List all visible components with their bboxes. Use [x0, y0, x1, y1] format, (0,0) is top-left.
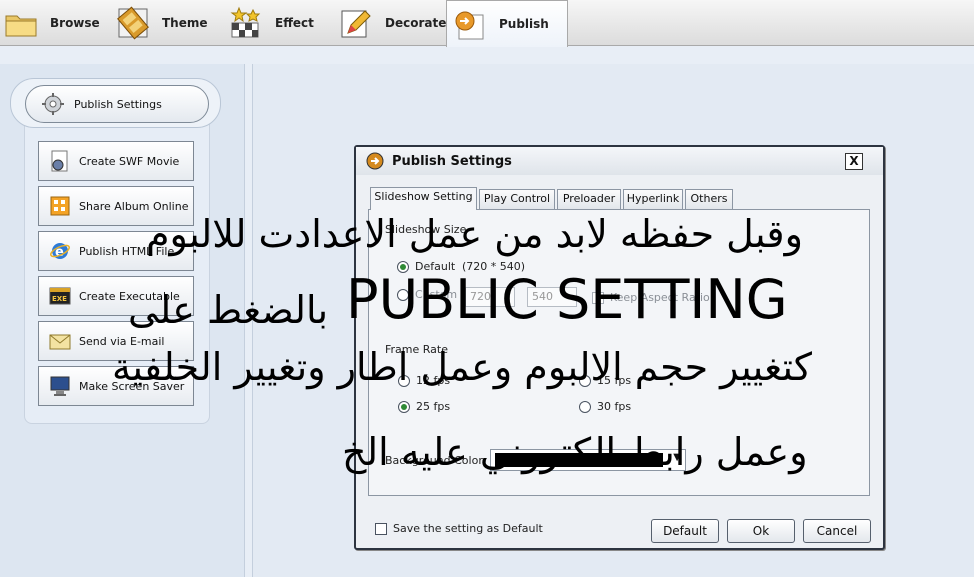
film-strip-icon: [117, 6, 149, 40]
overlay-line-3: بالضغط على: [128, 288, 329, 332]
share-icon: [50, 196, 70, 216]
svg-text:EXE: EXE: [52, 295, 67, 303]
tab-others[interactable]: Others: [685, 189, 733, 209]
overlay-line-1: وقبل حفظه لابد من عمل الاعدادت للالبوم: [146, 212, 803, 256]
monitor-icon: [50, 376, 70, 396]
email-icon: [49, 334, 71, 350]
save-default-label: Save the setting as Default: [393, 522, 543, 535]
publish-settings-label: Publish Settings: [74, 97, 162, 111]
fps-25-radio[interactable]: [398, 401, 410, 413]
folder-icon: [5, 15, 37, 37]
save-default-checkbox[interactable]: [375, 523, 387, 535]
swf-icon: [51, 150, 68, 172]
toolbar-tab-effect[interactable]: Effect: [229, 0, 314, 46]
publish-settings-group: Publish Settings: [10, 78, 221, 128]
toolbar-tab-decorate[interactable]: Decorate: [339, 0, 446, 46]
toolbar-tab-label: Theme: [162, 16, 208, 30]
fps-25-label: 25 fps: [416, 400, 451, 413]
overlay-line-5: وعمل رابط الكتروني عليه الخ: [342, 430, 808, 474]
fps-30-label: 30 fps: [597, 400, 632, 413]
pencil-icon: [341, 10, 371, 38]
publish-settings-button[interactable]: Publish Settings: [25, 85, 209, 123]
app-logo-icon: [366, 152, 384, 170]
publish-icon: [455, 11, 484, 40]
dialog-titlebar[interactable]: Publish Settings: [356, 147, 883, 175]
tab-play-control[interactable]: Play Control: [479, 189, 555, 209]
tab-hyperlink[interactable]: Hyperlink: [623, 189, 683, 209]
default-button[interactable]: Default: [651, 519, 719, 543]
sidebar-item-label: Share Album Online: [79, 199, 189, 213]
cancel-button[interactable]: Cancel: [803, 519, 871, 543]
sidebar-item-label: Create SWF Movie: [79, 154, 180, 168]
main-toolbar: Browse Theme Effect Decorate Publish: [0, 0, 974, 47]
toolbar-tab-label: Effect: [275, 16, 314, 30]
tab-slideshow-setting[interactable]: Slideshow Setting: [370, 187, 477, 210]
stars-icon: [230, 6, 261, 38]
ie-icon: e: [50, 243, 70, 260]
close-button[interactable]: X: [845, 153, 863, 170]
exe-icon: EXE: [49, 287, 71, 305]
dialog-title: Publish Settings: [392, 153, 512, 169]
toolbar-tab-label: Publish: [499, 17, 549, 31]
toolbar-tab-publish[interactable]: Publish: [446, 0, 568, 47]
tab-preloader[interactable]: Preloader: [557, 189, 621, 209]
toolbar-tab-label: Decorate: [385, 16, 447, 30]
toolbar-tab-theme[interactable]: Theme: [116, 0, 208, 46]
create-swf-movie-button[interactable]: Create SWF Movie: [38, 141, 194, 181]
gear-icon: [42, 93, 64, 115]
ok-button[interactable]: Ok: [727, 519, 795, 543]
toolbar-tab-browse[interactable]: Browse: [4, 0, 100, 46]
overlay-line-2: PUBLIC SETTING: [346, 268, 788, 331]
fps-30-radio[interactable]: [579, 401, 591, 413]
overlay-line-4: كتغيير حجم الالبوم وعمل اطار وتغيير الخل…: [112, 345, 812, 389]
toolbar-tab-label: Browse: [50, 16, 100, 30]
